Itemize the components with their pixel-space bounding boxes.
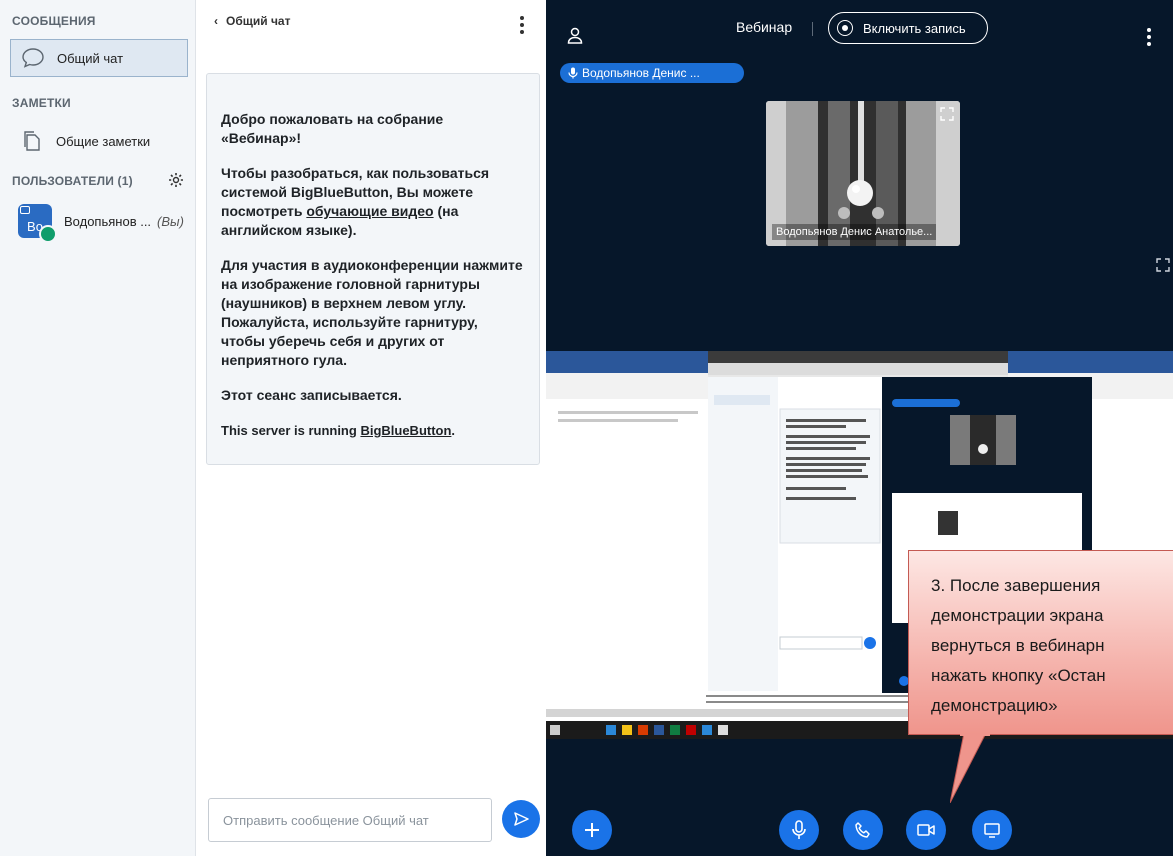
record-label: Включить запись (863, 20, 966, 36)
user-you-tag: (Вы) (157, 213, 184, 229)
welcome-paragraph: Для участия в аудиоконференции нажмите н… (221, 257, 523, 368)
webcam-video[interactable]: Водопьянов Денис Анатолье... (766, 101, 960, 246)
chat-title: Общий чат (226, 14, 291, 28)
chat-bubble-icon (21, 46, 45, 70)
notes-icon (20, 129, 44, 153)
sidebar-item-label: Общие заметки (56, 133, 151, 149)
notes-section-title: ЗАМЕТКИ (12, 96, 71, 110)
record-icon (837, 20, 853, 36)
plus-icon (585, 823, 599, 837)
back-chevron-icon: ‹ (214, 14, 218, 28)
instruction-callout: 3. После завершения демонстрации экрана … (908, 550, 1173, 735)
screen-share-icon (984, 823, 1000, 838)
mic-icon (792, 820, 806, 839)
user-list-panel: СООБЩЕНИЯ Общий чат ЗАМЕТКИ Общие заметк… (0, 0, 196, 856)
send-icon (514, 812, 529, 826)
mic-icon (39, 225, 57, 243)
divider (812, 22, 813, 36)
welcome-message: Добро пожаловать на собрание «Вебинар»! … (206, 73, 540, 465)
callout-tail (950, 733, 990, 803)
sidebar-item-shared-notes[interactable]: Общие заметки (10, 122, 188, 160)
server-notice: This server is running BigBlueButton. (221, 423, 456, 438)
meeting-name: Вебинар (228, 130, 289, 146)
welcome-paragraph: Чтобы разобраться, как пользоваться сист… (221, 165, 490, 238)
talking-indicator[interactable]: Водопьянов Денис ... (560, 63, 744, 83)
actions-plus-button[interactable] (572, 810, 612, 850)
talker-name: Водопьянов Денис ... (582, 66, 700, 80)
kebab-icon[interactable] (520, 16, 524, 37)
tutorial-link[interactable]: обучающие видео (306, 203, 433, 219)
meeting-title: Вебинар (736, 19, 793, 35)
kebab-icon[interactable] (1147, 28, 1151, 49)
presentation-stage: Вебинар Включить запись Водопьянов Денис… (546, 0, 1173, 856)
chat-back-button[interactable]: ‹ Общий чат (214, 14, 290, 28)
leave-audio-button[interactable] (843, 810, 883, 850)
user-list-item[interactable]: Bo Водопьянов ... (Вы) (10, 198, 196, 244)
microphone-button[interactable] (779, 810, 819, 850)
screen-share-button[interactable] (972, 810, 1012, 850)
users-section-title: ПОЛЬЗОВАТЕЛИ (1) (12, 174, 133, 188)
send-button[interactable] (502, 800, 540, 838)
chat-panel: ‹ Общий чат Добро пожаловать на собрание… (196, 0, 546, 856)
messages-section-title: СООБЩЕНИЯ (12, 14, 96, 28)
video-username: Водопьянов Денис Анатолье... (772, 224, 937, 240)
sidebar-item-public-chat[interactable]: Общий чат (10, 39, 188, 77)
record-button[interactable]: Включить запись (828, 12, 988, 44)
mic-icon (568, 67, 578, 79)
bigbluebutton-link[interactable]: BigBlueButton (360, 423, 451, 438)
phone-icon (855, 822, 870, 838)
welcome-paragraph: Добро пожаловать на собрание «Вебинар»! (221, 111, 444, 146)
user-name: Водопьянов ... (64, 213, 152, 229)
camera-icon (917, 824, 935, 836)
expand-icon[interactable] (940, 107, 954, 126)
gear-icon[interactable] (168, 172, 184, 188)
recording-notice: Этот сеанс записывается. (221, 387, 402, 403)
user-icon[interactable] (566, 26, 584, 49)
presenter-icon (20, 206, 30, 214)
camera-button[interactable] (906, 810, 946, 850)
sidebar-item-label: Общий чат (57, 50, 124, 66)
expand-icon[interactable] (1156, 258, 1170, 277)
avatar: Bo (18, 204, 57, 243)
chat-message-input[interactable]: Отправить сообщение Общий чат (208, 798, 492, 842)
